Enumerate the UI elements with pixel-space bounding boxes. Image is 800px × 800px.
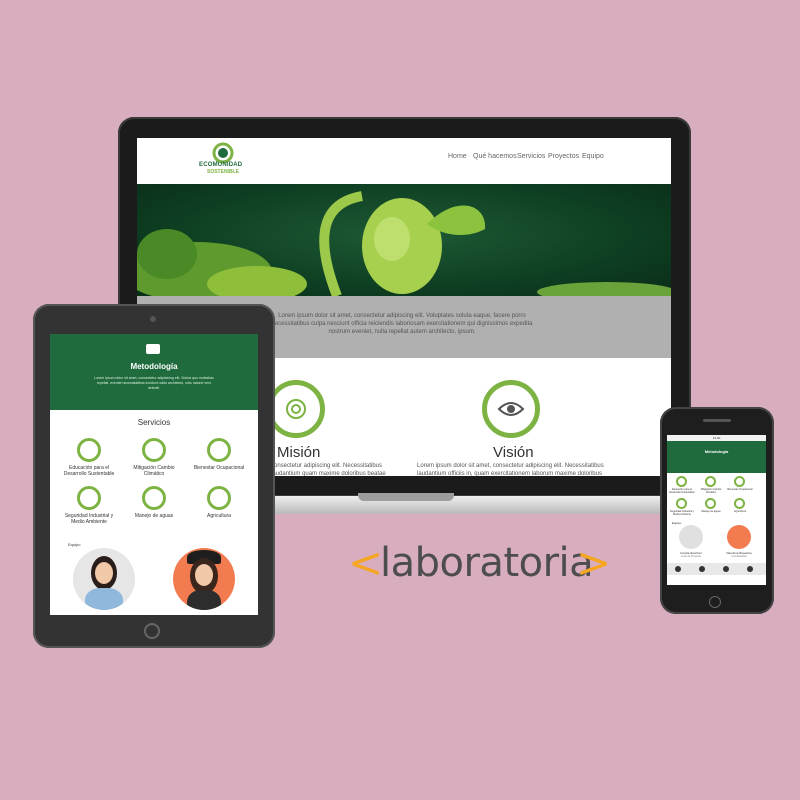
sprout-illustration xyxy=(137,191,671,296)
tablet-team-label: Equipo xyxy=(68,542,81,547)
brand-name: ECOMUNIDAD xyxy=(199,162,243,168)
phone-speaker xyxy=(703,419,731,422)
mission-text: consectetur adipiscing elit. Necessitati… xyxy=(271,463,386,476)
phone-power-icon[interactable] xyxy=(709,596,721,608)
mission-ring xyxy=(267,380,325,438)
laboratoria-logo: laboratoria xyxy=(380,540,594,586)
team-avatar xyxy=(727,525,751,549)
service-icon[interactable] xyxy=(705,498,716,509)
phone-social-bar xyxy=(667,563,766,575)
service-icon[interactable] xyxy=(734,476,745,487)
laboratoria-bracket-right: > xyxy=(576,538,612,587)
phone-header: Metodología xyxy=(667,441,766,473)
nav-equipo[interactable]: Equipo xyxy=(582,153,604,160)
service-item[interactable]: Seguridad Industrial y Medio Ambiente xyxy=(58,486,120,525)
nav-home[interactable]: Home xyxy=(448,153,467,160)
hero-image xyxy=(137,184,671,296)
service-item[interactable]: Educación para el Desarrollo Sustentable xyxy=(58,438,120,477)
nav-que-hacemos[interactable]: Qué hacemos xyxy=(473,153,517,160)
eye-icon xyxy=(497,402,525,416)
tablet-screen: Metodología Lorem ipsum dolor sit amet, … xyxy=(50,334,258,615)
service-icon[interactable] xyxy=(705,476,716,487)
team-avatar xyxy=(173,548,235,610)
vision-ring xyxy=(482,380,540,438)
service-icon xyxy=(207,486,231,510)
team-avatar xyxy=(73,548,135,610)
service-icon[interactable] xyxy=(734,498,745,509)
vision-title: Visión xyxy=(493,444,534,461)
phone-screen: 13:00 Metodología Educación para el Desa… xyxy=(667,435,766,585)
laboratoria-bracket-left: < xyxy=(348,538,384,587)
target-icon xyxy=(286,399,306,419)
facebook-icon[interactable] xyxy=(675,566,681,572)
vision-text: Lorem ipsum dolor sit amet, consectetur … xyxy=(417,463,604,476)
service-icon[interactable] xyxy=(676,476,687,487)
tablet-header-text: Lorem ipsum dolor sit amet, consectetur … xyxy=(94,376,214,390)
phone-header-title: Metodología xyxy=(704,449,729,454)
desktop-navbar: ECOMUNIDAD SOSTENIBLE Home Qué hacemos S… xyxy=(137,138,671,184)
tablet-services-title: Servicios xyxy=(137,418,171,427)
tablet-header: Metodología Lorem ipsum dolor sit amet, … xyxy=(50,334,258,410)
team-role: Coordinadora xyxy=(731,555,747,558)
tablet-home-button[interactable] xyxy=(144,623,160,639)
instagram-icon[interactable] xyxy=(723,566,729,572)
twitter-icon[interactable] xyxy=(699,566,705,572)
globe-logo-icon xyxy=(212,142,234,164)
phone-team-label: Equipo xyxy=(672,521,682,525)
nav-servicios[interactable]: Servicios xyxy=(517,153,545,160)
service-icon[interactable] xyxy=(676,498,687,509)
service-icon xyxy=(207,438,231,462)
team-role: Líder de Proyecto xyxy=(681,555,701,558)
service-icon xyxy=(142,486,166,510)
laptop-notch xyxy=(358,493,454,501)
brand-tagline: SOSTENIBLE xyxy=(207,169,239,175)
mission-title: Misión xyxy=(277,444,321,461)
service-icon xyxy=(142,438,166,462)
service-item[interactable]: Mitigación Cambio Climático xyxy=(123,438,185,477)
service-item[interactable]: Bienestar Ocupacional xyxy=(188,438,250,471)
tablet-camera xyxy=(150,316,156,322)
team-avatar xyxy=(679,525,703,549)
linkedin-icon[interactable] xyxy=(747,566,753,572)
tablet-header-title: Metodología xyxy=(130,362,178,371)
service-icon xyxy=(77,438,101,462)
service-item[interactable]: Manejo de aguas xyxy=(123,486,185,519)
nav-proyectos[interactable]: Proyectos xyxy=(548,153,579,160)
service-icon xyxy=(77,486,101,510)
service-item[interactable]: Agricultura xyxy=(188,486,250,519)
methodology-icon xyxy=(146,344,160,354)
intro-text: Lorem ipsum dolor sit amet, consectetur … xyxy=(271,313,533,335)
